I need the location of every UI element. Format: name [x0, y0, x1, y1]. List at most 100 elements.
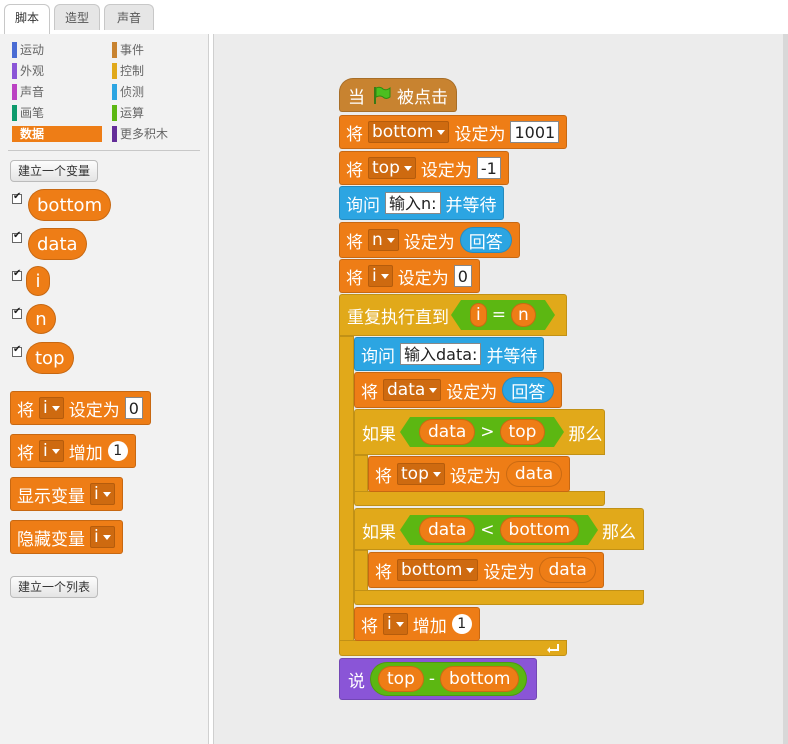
value-input[interactable]: 0 — [453, 265, 472, 287]
variable-dropdown[interactable]: data — [383, 379, 442, 401]
set-bottom-block[interactable]: 将 bottom 设定为 data — [368, 552, 604, 588]
variable-reporter-bottom[interactable]: bottom — [440, 666, 520, 692]
variable-reporter-n[interactable]: n — [26, 304, 56, 334]
set-variable-block[interactable]: 将 i 设定为 0 — [10, 391, 151, 425]
block-text: 设定为 — [68, 400, 120, 421]
set-top-block[interactable]: 将 top 设定为 data — [368, 456, 571, 492]
category-control[interactable]: 控制 — [112, 63, 202, 79]
block-text: 被点击 — [397, 87, 448, 108]
category-swatch — [112, 105, 117, 121]
variable-reporter-data[interactable]: data — [419, 419, 476, 445]
dropdown-value: bottom — [401, 560, 463, 580]
category-events[interactable]: 事件 — [112, 42, 202, 58]
number-input[interactable]: 1 — [107, 441, 128, 461]
block-text: 将 — [375, 562, 392, 583]
value-input[interactable]: -1 — [476, 157, 501, 179]
number-input[interactable]: 1 — [451, 614, 472, 634]
category-more-blocks[interactable]: 更多积木 — [112, 126, 202, 142]
block-text: 将 — [346, 124, 363, 145]
less-than-operator[interactable]: data < bottom — [399, 515, 599, 545]
variable-dropdown[interactable]: i — [90, 483, 115, 505]
make-list-button[interactable]: 建立一个列表 — [10, 576, 99, 598]
dropdown-value: i — [387, 614, 392, 634]
category-looks[interactable]: 外观 — [12, 63, 102, 79]
block-text: 当 — [348, 87, 365, 108]
variable-dropdown[interactable]: i — [39, 440, 64, 462]
set-i-block[interactable]: 将 i 设定为 0 — [339, 259, 480, 293]
say-block[interactable]: 说 top - bottom — [339, 658, 538, 700]
dropdown-arrow-icon — [395, 621, 404, 627]
hide-variable-block[interactable]: 隐藏变量 i — [10, 520, 123, 554]
category-motion[interactable]: 运动 — [12, 42, 102, 58]
category-label: 运动 — [20, 43, 45, 57]
block-text: 设定为 — [446, 382, 498, 403]
variable-reporter-bottom[interactable]: bottom — [28, 189, 112, 221]
variable-dropdown[interactable]: top — [368, 157, 416, 179]
variable-dropdown[interactable]: top — [397, 463, 445, 485]
variable-reporter-bottom[interactable]: bottom — [499, 517, 580, 543]
block-text: 将 — [346, 268, 363, 289]
variable-dropdown[interactable]: n — [368, 229, 399, 251]
variable-dropdown[interactable]: bottom — [368, 121, 450, 143]
scrollbar[interactable] — [783, 34, 788, 744]
show-variable-block[interactable]: 显示变量 i — [10, 477, 123, 511]
make-variable-button[interactable]: 建立一个变量 — [10, 160, 99, 182]
set-n-block[interactable]: 将 n 设定为 回答 — [339, 222, 520, 258]
value-input[interactable]: 1001 — [510, 121, 560, 143]
ask-and-wait-block[interactable]: 询问 输入n: 并等待 — [339, 186, 504, 220]
variable-reporter-top[interactable]: top — [378, 666, 424, 692]
tab-sounds[interactable]: 声音 — [104, 4, 154, 30]
variable-reporter-top[interactable]: top — [499, 419, 546, 445]
block-text: 将 — [17, 400, 34, 421]
equals-operator[interactable]: i = n — [451, 300, 555, 330]
variable-reporter-data[interactable]: data — [539, 557, 596, 583]
category-swatch — [112, 126, 117, 142]
variable-checkbox[interactable] — [12, 191, 22, 204]
change-i-block[interactable]: 将 i 增加 1 — [354, 607, 480, 641]
variable-reporter-i[interactable]: i — [26, 266, 50, 296]
category-operators[interactable]: 运算 — [112, 105, 202, 121]
set-top-block[interactable]: 将 top 设定为 -1 — [339, 151, 509, 185]
variable-reporter-data[interactable]: data — [419, 517, 476, 543]
variable-dropdown[interactable]: bottom — [397, 559, 479, 581]
category-swatch — [112, 42, 117, 58]
greater-than-operator[interactable]: data > top — [399, 417, 565, 447]
prompt-input[interactable]: 输入n: — [385, 192, 441, 214]
if-then-arm — [354, 455, 368, 493]
block-text: 如果 — [362, 424, 396, 445]
tab-scripts[interactable]: 脚本 — [4, 4, 50, 35]
block-text: 增加 — [412, 616, 447, 637]
subtract-operator[interactable]: top - bottom — [370, 662, 528, 696]
set-data-block[interactable]: 将 data 设定为 回答 — [354, 372, 563, 408]
tab-costumes[interactable]: 造型 — [54, 4, 100, 30]
ask-and-wait-block[interactable]: 询问 输入data: 并等待 — [354, 337, 545, 371]
prompt-input[interactable]: 输入data: — [400, 343, 482, 365]
if-then-arm — [354, 550, 368, 592]
variable-checkbox[interactable] — [12, 344, 22, 357]
answer-reporter[interactable]: 回答 — [459, 227, 512, 253]
variable-reporter-top[interactable]: top — [26, 342, 74, 374]
answer-reporter[interactable]: 回答 — [502, 377, 555, 403]
variable-checkbox[interactable] — [12, 230, 22, 243]
variable-reporter-i[interactable]: i — [470, 303, 487, 327]
block-text: 增加 — [68, 443, 103, 464]
category-swatch — [12, 42, 17, 58]
set-bottom-block[interactable]: 将 bottom 设定为 1001 — [339, 115, 568, 149]
variable-checkbox[interactable] — [12, 306, 22, 319]
variable-dropdown[interactable]: i — [90, 526, 115, 548]
variable-dropdown[interactable]: i — [39, 397, 64, 419]
category-sound[interactable]: 声音 — [12, 84, 102, 100]
value-input[interactable]: 0 — [124, 397, 143, 419]
variable-dropdown[interactable]: i — [368, 265, 393, 287]
when-flag-clicked-block[interactable]: 当 被点击 — [339, 78, 457, 112]
variable-dropdown[interactable]: i — [383, 613, 408, 635]
category-data[interactable]: 数据 — [12, 126, 102, 142]
if-then-header: 如果 data < bottom 那么 — [360, 514, 638, 546]
variable-checkbox[interactable] — [12, 268, 22, 281]
variable-reporter-data[interactable]: data — [28, 228, 87, 260]
category-pen[interactable]: 画笔 — [12, 105, 102, 121]
category-sensing[interactable]: 侦测 — [112, 84, 202, 100]
change-variable-block[interactable]: 将 i 增加 1 — [10, 434, 136, 468]
variable-reporter-data[interactable]: data — [505, 461, 563, 487]
variable-reporter-n[interactable]: n — [510, 303, 536, 327]
